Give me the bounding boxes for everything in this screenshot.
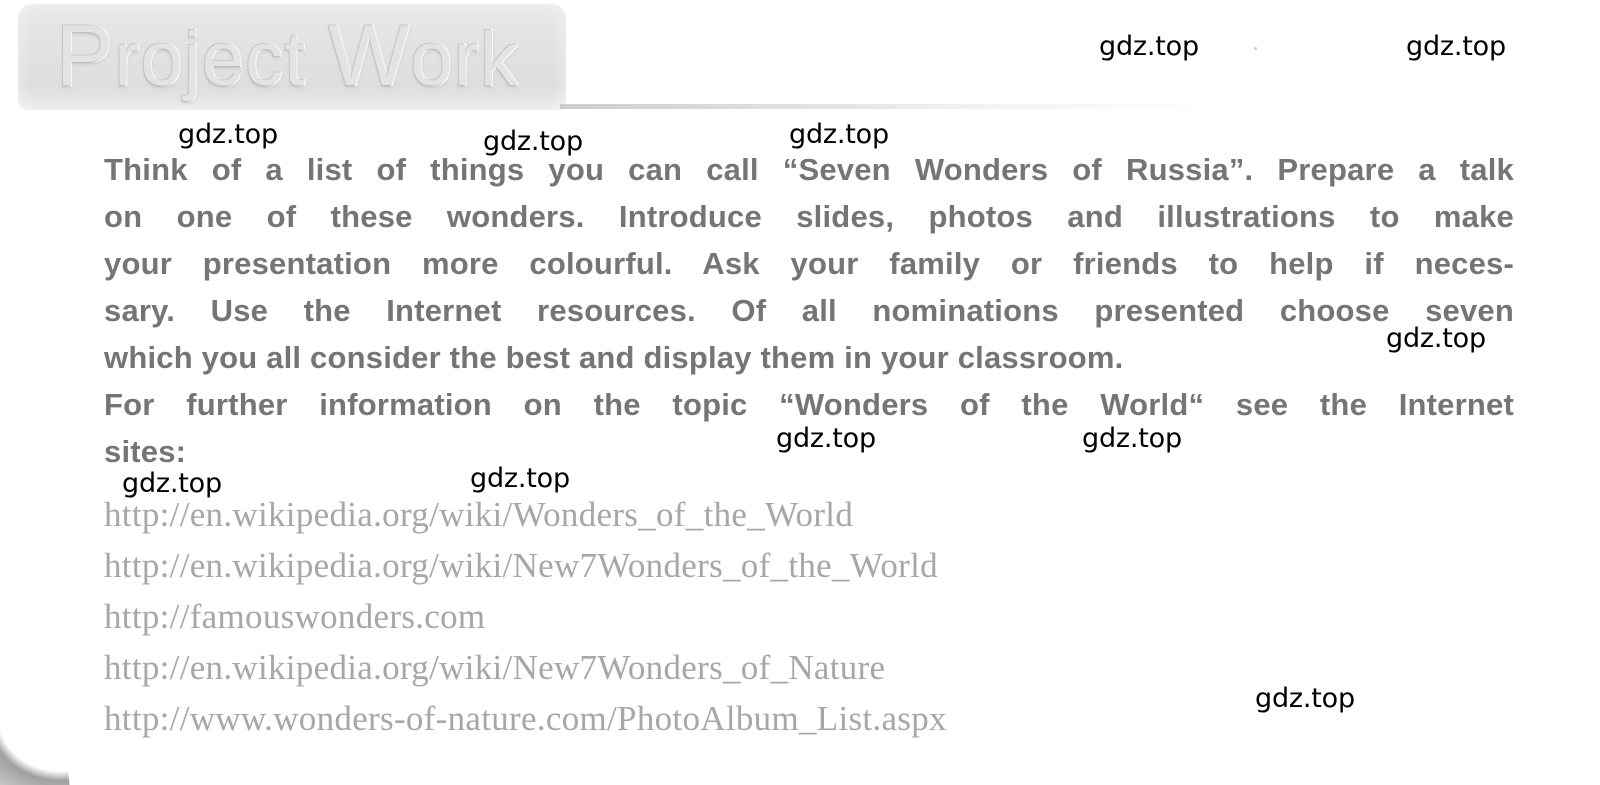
instruction-line: For further information on the topic “Wo… [104,387,1514,422]
watermark-gdz-top: gdz.top [1099,31,1199,62]
reference-url[interactable]: http://famouswonders.com [104,591,947,642]
reference-url[interactable]: http://en.wikipedia.org/wiki/New7Wonders… [104,540,947,591]
watermark-gdz-top: gdz.top [470,463,570,494]
instruction-line: on one of these wonders. Introduce slide… [104,199,1514,234]
watermark-gdz-top: gdz.top [1386,323,1486,354]
instruction-line: sary. Use the Internet resources. Of all… [104,293,1514,328]
instruction-line: your presentation more colourful. Ask yo… [104,246,1514,281]
reference-url-list: http://en.wikipedia.org/wiki/Wonders_of_… [104,489,947,744]
watermark-gdz-top: gdz.top [1255,683,1355,714]
watermark-gdz-top: gdz.top [122,468,222,499]
instruction-line: which you all consider the best and disp… [104,340,1124,375]
scanned-textbook-page: Project Work Think of a list of things y… [0,0,1600,785]
page-title: Project Work [56,12,519,104]
watermark-gdz-top: gdz.top [1406,31,1506,62]
instruction-line: Think of a list of things you can call “… [104,152,1514,187]
page-title-initial-w: W [328,8,411,104]
section-header-banner: Project Work [18,4,566,110]
reference-url[interactable]: http://www.wonders-of-nature.com/PhotoAl… [104,693,947,744]
page-title-initial-p: P [56,8,115,104]
scan-speck [1254,47,1257,50]
page-curl-artifact [0,712,74,785]
watermark-gdz-top: gdz.top [483,126,583,157]
page-title-roject: roject [114,17,329,102]
watermark-gdz-top: gdz.top [1082,423,1182,454]
reference-url[interactable]: http://en.wikipedia.org/wiki/New7Wonders… [104,642,947,693]
watermark-gdz-top: gdz.top [789,119,889,150]
reference-url[interactable]: http://en.wikipedia.org/wiki/Wonders_of_… [104,489,947,540]
watermark-gdz-top: gdz.top [776,423,876,454]
watermark-gdz-top: gdz.top [178,119,278,150]
page-title-ork: ork [410,17,520,102]
header-rule [560,104,1220,109]
